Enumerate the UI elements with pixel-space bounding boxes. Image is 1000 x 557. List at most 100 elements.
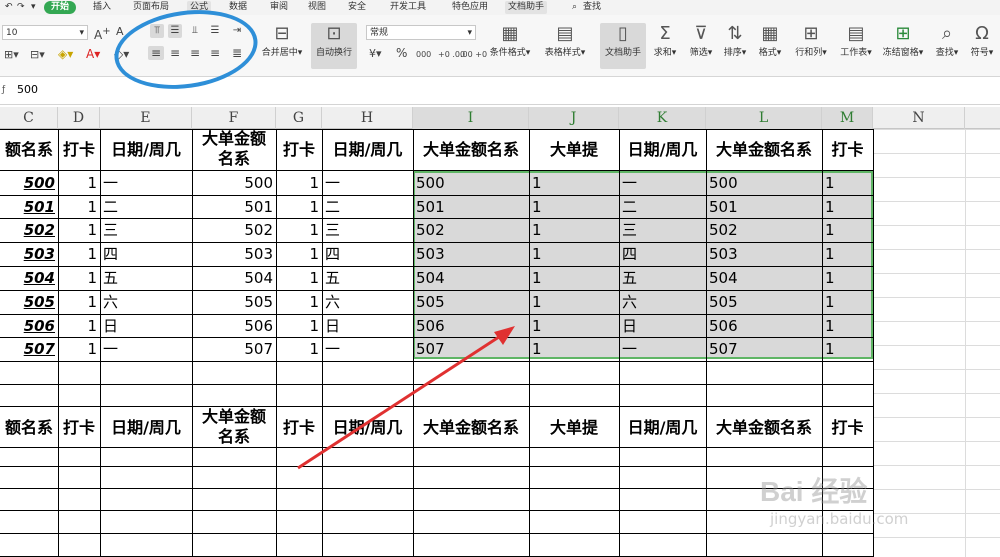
table-cell[interactable]: 1 xyxy=(279,172,319,194)
t1-header-l[interactable]: 大单金额名系 xyxy=(706,139,822,161)
t2-header-h[interactable]: 日期/周几 xyxy=(322,417,413,439)
t2-header-k[interactable]: 日期/周几 xyxy=(619,417,706,439)
t1-header-h[interactable]: 日期/周几 xyxy=(322,139,413,161)
doc-helper-button[interactable]: ▯ 文档助手 xyxy=(600,23,646,69)
t1-header-d[interactable]: 打卡 xyxy=(58,139,100,161)
t2-header-i[interactable]: 大单金额名系 xyxy=(413,417,529,439)
t2-header-e[interactable]: 日期/周几 xyxy=(100,417,192,439)
tab-developer[interactable]: 开发工具 xyxy=(387,1,429,14)
table-cell[interactable]: 501 xyxy=(416,196,526,218)
table-cell[interactable]: 1 xyxy=(61,219,97,241)
table-cell[interactable]: 507 xyxy=(3,338,55,360)
table-style-button[interactable]: ▤ 表格样式▾ xyxy=(540,23,590,58)
col-header-m[interactable]: M xyxy=(822,107,873,129)
table-cell[interactable]: 一 xyxy=(103,172,189,194)
table-cell[interactable]: 五 xyxy=(103,267,189,289)
table-cell[interactable]: 三 xyxy=(325,219,410,241)
table-cell[interactable]: 506 xyxy=(416,315,526,337)
table-cell[interactable]: 二 xyxy=(622,196,703,218)
table-cell[interactable]: 1 xyxy=(279,338,319,360)
sum-button[interactable]: Σ 求和▾ xyxy=(650,23,680,58)
table-cell[interactable]: 502 xyxy=(709,219,819,241)
table-cell[interactable]: 506 xyxy=(3,315,55,337)
t2-header-l[interactable]: 大单金额名系 xyxy=(706,417,822,439)
thousands-button[interactable]: 000 xyxy=(416,48,431,62)
font-color-icon[interactable]: A▾ xyxy=(86,47,100,61)
merge-center-button[interactable]: ⊟ 合并居中▾ xyxy=(258,23,306,58)
tab-security[interactable]: 安全 xyxy=(345,1,369,14)
table-cell[interactable]: 1 xyxy=(61,267,97,289)
symbol-button[interactable]: Ω 符号▾ xyxy=(966,23,998,58)
table-cell[interactable]: 1 xyxy=(61,172,97,194)
table-cell[interactable]: 日 xyxy=(325,315,410,337)
filter-button[interactable]: ⊽ 筛选▾ xyxy=(686,23,716,58)
t2-header-g[interactable]: 打卡 xyxy=(276,417,322,439)
table-cell[interactable]: 507 xyxy=(416,338,526,360)
col-header-h[interactable]: H xyxy=(322,107,413,129)
table-cell[interactable]: 1 xyxy=(825,219,870,241)
table-cell[interactable]: 六 xyxy=(103,291,189,313)
redo-icon[interactable]: ↷ xyxy=(14,1,28,14)
t1-header-j[interactable]: 大单提 xyxy=(529,139,619,161)
tab-find[interactable]: 查找 xyxy=(580,1,604,14)
table-cell[interactable]: 1 xyxy=(61,243,97,265)
col-header-f[interactable]: F xyxy=(192,107,276,129)
find-button[interactable]: ⌕ 查找▾ xyxy=(932,23,962,58)
t1-header-f-line1[interactable]: 大单金额 xyxy=(192,129,276,149)
table-cell[interactable]: 六 xyxy=(622,291,703,313)
t1-header-f-line2[interactable]: 名系 xyxy=(192,149,276,169)
tab-insert[interactable]: 插入 xyxy=(90,1,114,14)
number-format-select[interactable]: 常规 ▾ xyxy=(366,25,476,40)
formula-value[interactable]: 500 xyxy=(17,83,38,96)
tab-home[interactable]: 开始 xyxy=(44,1,77,14)
col-header-c[interactable]: C xyxy=(0,107,58,129)
row-col-button[interactable]: ⊞ 行和列▾ xyxy=(792,23,830,58)
t1-header-m[interactable]: 打卡 xyxy=(822,139,873,161)
table-cell[interactable]: 505 xyxy=(195,291,273,313)
col-header-l[interactable]: L xyxy=(706,107,822,129)
col-header-g[interactable]: G xyxy=(276,107,322,129)
table-cell[interactable]: 504 xyxy=(3,267,55,289)
menu-dropdown-icon[interactable]: ▾ xyxy=(28,1,39,14)
table-cell[interactable]: 三 xyxy=(622,219,703,241)
table-cell[interactable]: 505 xyxy=(709,291,819,313)
sort-button[interactable]: ⇅ 排序▾ xyxy=(720,23,750,58)
tab-page-layout[interactable]: 页面布局 xyxy=(130,1,172,14)
table-cell[interactable]: 1 xyxy=(825,172,870,194)
table-cell[interactable]: 一 xyxy=(103,338,189,360)
table-cell[interactable]: 503 xyxy=(195,243,273,265)
table-cell[interactable]: 一 xyxy=(325,172,410,194)
table-cell[interactable]: 三 xyxy=(103,219,189,241)
table-cell[interactable]: 二 xyxy=(325,196,410,218)
cell-style-icon[interactable]: ⊟▾ xyxy=(30,48,45,62)
t2-header-c[interactable]: 额名系 xyxy=(0,417,58,439)
table-cell[interactable]: 日 xyxy=(622,315,703,337)
freeze-button[interactable]: ⊞ 冻结窗格▾ xyxy=(880,23,926,58)
t2-header-j[interactable]: 大单提 xyxy=(529,417,619,439)
col-header-d[interactable]: D xyxy=(58,107,100,129)
t1-header-i[interactable]: 大单金额名系 xyxy=(413,139,529,161)
table-cell[interactable]: 一 xyxy=(325,338,410,360)
tab-doc-helper[interactable]: 文档助手 xyxy=(505,1,548,14)
table-cell[interactable]: 500 xyxy=(416,172,526,194)
t1-header-g[interactable]: 打卡 xyxy=(276,139,322,161)
tab-data[interactable]: 数据 xyxy=(226,1,250,14)
table-cell[interactable]: 1 xyxy=(61,338,97,360)
table-cell[interactable]: 500 xyxy=(195,172,273,194)
table-cell[interactable]: 六 xyxy=(325,291,410,313)
t2-header-f-line1[interactable]: 大单金额 xyxy=(192,407,276,427)
table-cell[interactable]: 502 xyxy=(3,219,55,241)
tab-review[interactable]: 审阅 xyxy=(267,1,291,14)
font-grow-icon[interactable]: A+ xyxy=(94,25,111,42)
table-cell[interactable]: 506 xyxy=(195,315,273,337)
conditional-format-button[interactable]: ▦ 条件格式▾ xyxy=(487,23,533,58)
table-cell[interactable]: 503 xyxy=(709,243,819,265)
table-cell[interactable]: 1 xyxy=(279,291,319,313)
table-cell[interactable]: 1 xyxy=(279,267,319,289)
table-cell[interactable]: 502 xyxy=(195,219,273,241)
table-cell[interactable]: 1 xyxy=(825,315,870,337)
table-cell[interactable]: 1 xyxy=(532,315,616,337)
currency-icon[interactable]: ¥▾ xyxy=(369,47,382,61)
col-header-k[interactable]: K xyxy=(619,107,706,129)
table-cell[interactable]: 1 xyxy=(532,196,616,218)
